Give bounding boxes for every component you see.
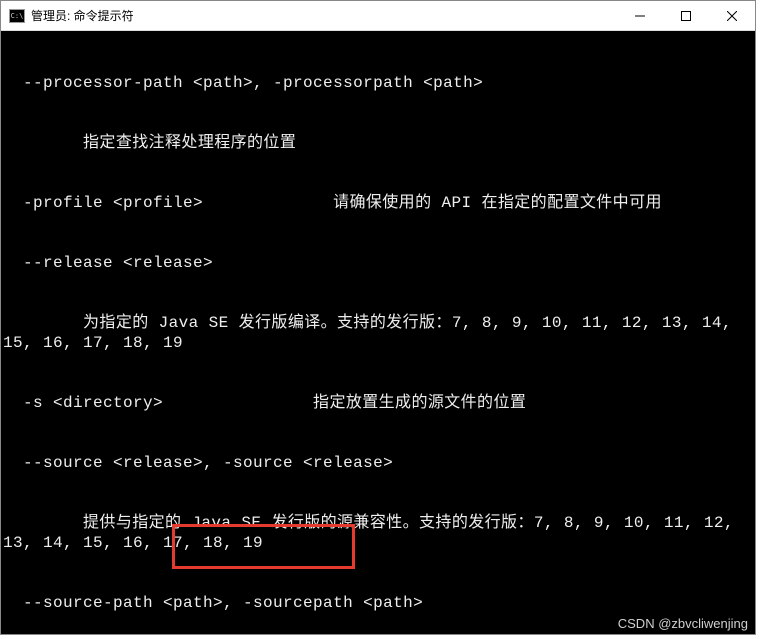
close-button[interactable] <box>709 1 755 30</box>
maximize-icon <box>681 11 691 21</box>
window-title: 管理员: 命令提示符 <box>31 7 617 24</box>
terminal-line: --source-path <path>, -sourcepath <path> <box>3 593 749 613</box>
window-controls <box>617 1 755 30</box>
terminal-line: 提供与指定的 Java SE 发行版的源兼容性。支持的发行版：7, 8, 9, … <box>3 513 749 553</box>
close-icon <box>727 11 737 21</box>
titlebar[interactable]: C:\ 管理员: 命令提示符 <box>1 1 755 31</box>
cmd-icon: C:\ <box>9 9 25 23</box>
minimize-icon <box>635 11 645 21</box>
terminal-line: --processor-path <path>, -processorpath … <box>3 73 749 93</box>
minimize-button[interactable] <box>617 1 663 30</box>
cmd-window: C:\ 管理员: 命令提示符 --processor-path <path>, … <box>0 0 756 635</box>
watermark-text: CSDN @zbvcliwenjing <box>618 616 748 631</box>
terminal-line: --source <release>, -source <release> <box>3 453 749 473</box>
terminal-line: 指定查找注释处理程序的位置 <box>3 133 749 153</box>
terminal-line: -profile <profile> 请确保使用的 API 在指定的配置文件中可… <box>3 193 749 213</box>
terminal-line: -s <directory> 指定放置生成的源文件的位置 <box>3 393 749 413</box>
terminal-content[interactable]: --processor-path <path>, -processorpath … <box>1 31 755 634</box>
maximize-button[interactable] <box>663 1 709 30</box>
terminal-line: 为指定的 Java SE 发行版编译。支持的发行版：7, 8, 9, 10, 1… <box>3 313 749 353</box>
terminal-line: --release <release> <box>3 253 749 273</box>
